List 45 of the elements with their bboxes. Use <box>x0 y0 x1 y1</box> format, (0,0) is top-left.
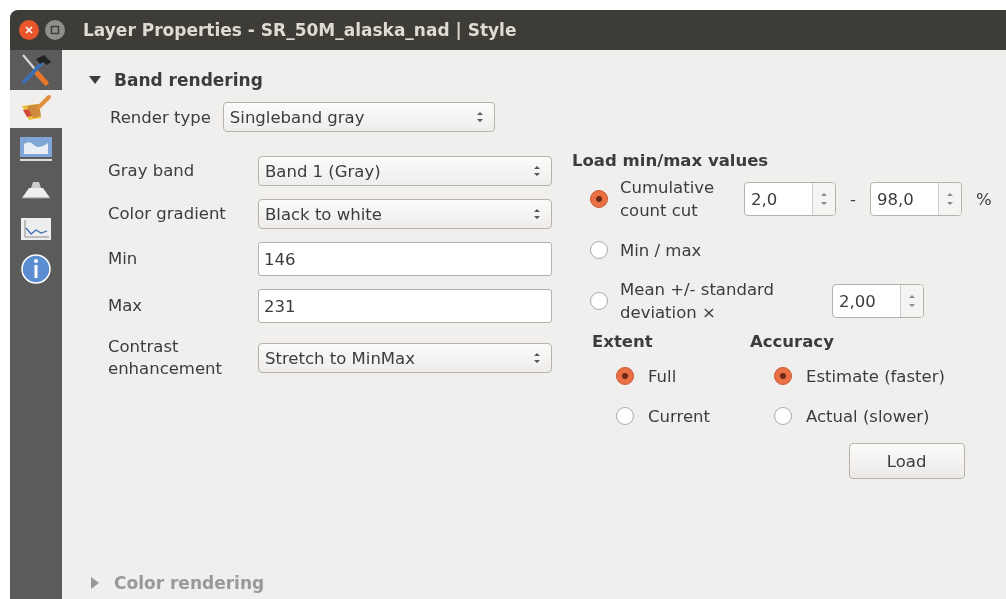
option-label: Full <box>648 366 677 386</box>
spin-box[interactable]: 98,0 <box>869 182 962 217</box>
field-label: Color gradient <box>108 202 227 225</box>
field-label: Max <box>108 294 144 317</box>
input-field[interactable]: 146 <box>258 242 552 276</box>
dropdown[interactable]: Band 1 (Gray) <box>258 156 552 186</box>
radio-button[interactable] <box>590 292 608 311</box>
range-separator: - <box>850 189 856 209</box>
input-field[interactable]: 231 <box>258 289 552 323</box>
window-title: Layer Properties - SR_50M_alaska_nad | Style <box>83 20 517 40</box>
maximize-icon <box>50 25 60 35</box>
group-title: Load min/max values <box>572 151 770 170</box>
radio-button[interactable] <box>590 241 608 260</box>
dropdown[interactable]: Stretch to MinMax <box>258 343 552 374</box>
load-button[interactable]: Load <box>848 443 965 480</box>
option-label: Min / max <box>620 239 702 262</box>
group-title: Accuracy <box>750 332 835 352</box>
option-label: Mean +/- standard deviation × <box>620 279 775 325</box>
collapse-arrow-icon[interactable] <box>88 74 102 86</box>
render-type-dropdown[interactable]: Singleband gray <box>222 102 495 132</box>
info-icon <box>20 253 52 285</box>
field-label: Render type <box>110 107 211 127</box>
spin-box[interactable]: 2,0 <box>744 182 836 217</box>
field-label: Gray band <box>108 159 196 182</box>
radio-button[interactable] <box>774 367 792 386</box>
radio-button[interactable] <box>616 407 634 426</box>
option-label: Current <box>648 406 710 426</box>
radio-button[interactable] <box>616 367 634 386</box>
radio-button[interactable] <box>590 190 608 209</box>
option-label: Estimate (faster) <box>806 366 945 386</box>
close-icon <box>24 25 34 35</box>
close-button[interactable] <box>19 20 39 40</box>
field-label: Min <box>108 247 139 270</box>
unit-label: % <box>975 189 992 209</box>
field-label: Contrast enhancement <box>108 336 223 381</box>
tools-icon <box>19 52 53 86</box>
map-image-icon <box>18 134 54 164</box>
section-title[interactable]: Band rendering <box>114 70 263 90</box>
option-label: Actual (slower) <box>806 406 930 426</box>
group-title: Extent <box>592 332 654 352</box>
dropdown[interactable]: Black to white <box>258 199 552 229</box>
option-label: Cumulative count cut <box>620 177 716 223</box>
radio-button[interactable] <box>774 407 792 426</box>
maximize-button[interactable] <box>45 20 65 40</box>
spin-box[interactable]: 2,00 <box>832 284 924 319</box>
